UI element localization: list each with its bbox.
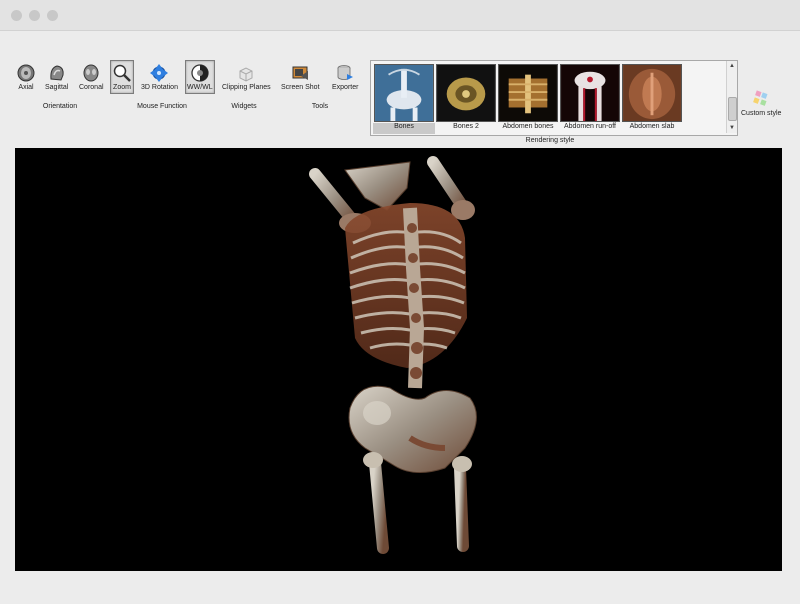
3d-rotation-button[interactable]: 3D Rotation	[141, 63, 178, 91]
3d-rotation-label: 3D Rotation	[141, 84, 178, 91]
3d-rotation-icon	[150, 64, 169, 82]
wwwl-icon	[191, 64, 209, 82]
widgets-group-label: Widgets	[231, 103, 257, 110]
custom-style-icon	[753, 90, 768, 106]
preset-abdomen-bones-label: Abdomen bones	[502, 123, 554, 130]
scrollbar-thumb[interactable]	[728, 97, 737, 121]
exporter-label: Exporter	[332, 84, 359, 91]
preset-bones-label: Bones	[394, 123, 414, 130]
rendering-style-panel: Bones Bones 2 Abdomen bones Abdomen run-…	[370, 60, 738, 136]
coronal-icon	[83, 64, 99, 82]
tools-group-label: Tools	[311, 103, 329, 110]
zoom-icon	[113, 64, 131, 82]
zoom-button[interactable]: Zoom	[110, 60, 134, 94]
coronal-label: Coronal	[79, 84, 104, 91]
preset-bones-2-label: Bones 2	[453, 123, 479, 130]
zoom-window-button[interactable]	[47, 10, 58, 21]
custom-style-button[interactable]: Custom style	[741, 89, 781, 117]
window-titlebar	[0, 0, 800, 31]
sagittal-button[interactable]: Sagittal	[45, 63, 68, 91]
screen-shot-label: Screen Shot	[281, 84, 320, 91]
sagittal-icon	[50, 65, 64, 81]
orientation-group-label: Orientation	[42, 103, 78, 110]
preset-abdomen-bones-thumbnail	[498, 64, 558, 122]
mouse-function-group-label: Mouse Function	[137, 103, 187, 110]
toolbar: Axial Sagittal Coronal Orientation Zoom …	[0, 31, 800, 149]
exporter-icon	[337, 65, 354, 80]
screen-shot-button[interactable]: Screen Shot	[281, 63, 320, 91]
minimize-window-button[interactable]	[29, 10, 40, 21]
coronal-button[interactable]: Coronal	[79, 63, 104, 91]
axial-label: Axial	[18, 84, 34, 91]
clipping-planes-icon	[239, 67, 253, 82]
preset-scrollbar[interactable]: ▲ ▼	[726, 61, 737, 133]
scroll-up-icon[interactable]: ▲	[727, 61, 737, 71]
preset-abdomen-run-off-thumbnail	[560, 64, 620, 122]
exporter-button[interactable]: Exporter	[332, 63, 358, 91]
screen-shot-icon	[292, 66, 309, 80]
axial-button[interactable]: Axial	[16, 63, 36, 91]
rendering-style-group-label: Rendering style	[525, 137, 575, 144]
3d-viewport[interactable]	[15, 148, 782, 571]
custom-style-label: Custom style	[741, 110, 782, 117]
preset-abdomen-slab-label: Abdomen slab	[629, 123, 675, 130]
preset-abdomen-run-off-label: Abdomen run-off	[563, 123, 616, 130]
skeleton-figure	[309, 156, 477, 554]
app-window: Axial Sagittal Coronal Orientation Zoom …	[0, 31, 800, 604]
axial-icon	[17, 64, 35, 82]
wwwl-label: WW/WL	[187, 84, 213, 91]
clipping-planes-button[interactable]: Clipping Planes	[222, 63, 271, 91]
skeleton-rendering	[309, 156, 477, 554]
zoom-label: Zoom	[113, 84, 131, 91]
preset-bones-thumbnail	[374, 64, 434, 122]
preset-abdomen-slab-thumbnail	[622, 64, 682, 122]
preset-bones-2-thumbnail	[436, 64, 496, 122]
scroll-down-icon[interactable]: ▼	[727, 123, 737, 133]
close-window-button[interactable]	[11, 10, 22, 21]
clipping-planes-label: Clipping Planes	[222, 84, 271, 91]
wwwl-button[interactable]: WW/WL	[185, 60, 215, 94]
sagittal-label: Sagittal	[45, 84, 69, 91]
